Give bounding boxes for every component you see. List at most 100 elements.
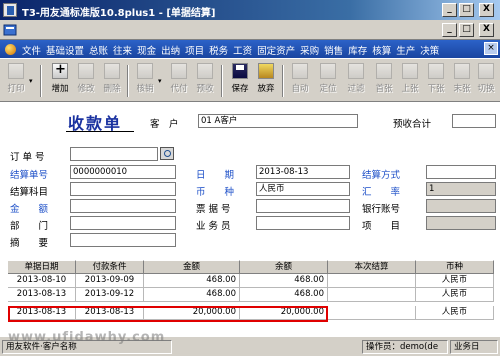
auto-button[interactable]: 自动 xyxy=(288,63,312,101)
clerk-label: 业 务 员 xyxy=(196,221,231,232)
doc-restore-button[interactable]: □ xyxy=(459,23,474,37)
clerk-field[interactable] xyxy=(256,216,350,230)
next-record-icon xyxy=(428,63,444,79)
minimize-button[interactable]: _ xyxy=(442,3,457,17)
cell-balance[interactable]: 468.00 xyxy=(240,274,328,288)
filter-button[interactable]: 过滤 xyxy=(344,63,368,101)
cell-current-settle[interactable] xyxy=(328,288,416,302)
menu-accounting[interactable]: 核算 xyxy=(372,43,391,57)
bill-no-label: 票 据 号 xyxy=(196,204,231,215)
abandon-button[interactable]: 放弃 xyxy=(254,63,278,101)
menu-basic-settings[interactable]: 基础设置 xyxy=(46,43,84,57)
save-button[interactable]: 保存 xyxy=(228,63,252,101)
restore-button[interactable]: □ xyxy=(459,3,474,17)
menu-payroll[interactable]: 工资 xyxy=(233,43,252,57)
column-header-currency[interactable]: 币种 xyxy=(416,260,494,274)
previous-record-button[interactable]: 上张 xyxy=(398,63,422,101)
menu-decision[interactable]: 决策 xyxy=(420,43,439,57)
cell-payment-term[interactable]: 2013-09-12 xyxy=(76,288,144,302)
prepay-button[interactable]: 预收 xyxy=(193,63,217,101)
menu-receivables[interactable]: 往来 xyxy=(113,43,132,57)
amount-field[interactable] xyxy=(70,199,176,213)
settle-no-label: 结算单号 xyxy=(10,170,49,181)
edit-icon xyxy=(78,63,94,79)
date-field[interactable]: 2013-08-13 xyxy=(256,165,350,179)
writeoff-dropdown-chevron-icon[interactable]: ▾ xyxy=(158,77,162,85)
department-field[interactable] xyxy=(70,216,176,230)
cell-current-settle[interactable] xyxy=(328,274,416,288)
menubar-close-button[interactable]: × xyxy=(484,42,498,55)
currency-label: 币 种 xyxy=(196,187,235,198)
print-button[interactable]: 打印 xyxy=(4,63,28,101)
window-title: T3-用友通标准版10.8plus1 - [单据结算] xyxy=(22,8,216,19)
customer-field[interactable]: 01 A客户 xyxy=(198,114,358,128)
title-bar: T3-用友通标准版10.8plus1 - [单据结算] _ □ X xyxy=(0,0,500,20)
locate-button[interactable]: 定位 xyxy=(316,63,340,101)
cell-amount[interactable]: 468.00 xyxy=(144,288,240,302)
column-header-doc-date[interactable]: 单据日期 xyxy=(8,260,76,274)
operator-label: 操作员： xyxy=(366,342,401,352)
menu-cash[interactable]: 现金 xyxy=(137,43,156,57)
settle-subject-field[interactable] xyxy=(70,182,176,196)
title-underline xyxy=(66,131,134,132)
add-button[interactable]: 增加 xyxy=(48,62,72,101)
menu-purchase[interactable]: 采购 xyxy=(300,43,319,57)
bill-no-field[interactable] xyxy=(256,199,350,213)
proxy-pay-button[interactable]: 代付 xyxy=(167,63,191,101)
settle-method-field[interactable] xyxy=(426,165,496,179)
search-icon[interactable] xyxy=(160,147,174,160)
next-record-button[interactable]: 下张 xyxy=(424,63,448,101)
cell-doc-date[interactable]: 2013-08-10 xyxy=(8,274,76,288)
cell-amount[interactable]: 468.00 xyxy=(144,274,240,288)
menu-file[interactable]: 文件 xyxy=(22,43,41,57)
print-dropdown-chevron-icon[interactable]: ▾ xyxy=(29,77,33,85)
cell-currency[interactable]: 人民币 xyxy=(416,274,494,288)
printer-icon xyxy=(8,63,24,79)
status-business-date: 业务日 xyxy=(450,340,498,354)
settle-no-field[interactable]: 0000000010 xyxy=(70,165,176,179)
cell-payment-term[interactable]: 2013-09-09 xyxy=(76,274,144,288)
cell-balance[interactable]: 468.00 xyxy=(240,288,328,302)
menu-production[interactable]: 生产 xyxy=(396,43,415,57)
bank-account-label: 银行账号 xyxy=(362,204,401,215)
edit-button[interactable]: 修改 xyxy=(74,63,98,101)
cell-currency[interactable]: 人民币 xyxy=(416,306,494,320)
menu-inventory[interactable]: 库存 xyxy=(348,43,367,57)
highlight-annotation-box xyxy=(8,306,328,322)
menu-fixed-assets[interactable]: 固定资产 xyxy=(257,43,295,57)
column-header-current-settle[interactable]: 本次结算 xyxy=(328,260,416,274)
doc-close-button[interactable]: X xyxy=(479,23,494,37)
cell-currency[interactable]: 人民币 xyxy=(416,288,494,302)
filter-icon xyxy=(348,63,364,79)
prepay-total-field xyxy=(452,114,496,128)
menu-cashier[interactable]: 出纳 xyxy=(161,43,180,57)
first-record-button[interactable]: 首张 xyxy=(372,63,396,101)
department-label: 部 门 xyxy=(10,221,49,232)
writeoff-button[interactable]: 核销 xyxy=(133,63,157,101)
amount-label: 金 额 xyxy=(10,204,49,215)
menu-general-ledger[interactable]: 总账 xyxy=(89,43,108,57)
order-no-field[interactable] xyxy=(70,147,158,161)
menu-items: 文件 基础设置 总账 往来 现金 出纳 项目 税务 工资 固定资产 采购 销售 … xyxy=(22,43,444,57)
project-field xyxy=(426,216,496,230)
menu-sales[interactable]: 销售 xyxy=(324,43,343,57)
doc-minimize-button[interactable]: _ xyxy=(442,23,457,37)
summary-field[interactable] xyxy=(70,233,176,247)
toolbar-separator xyxy=(127,65,129,97)
column-header-payment-term[interactable]: 付款条件 xyxy=(76,260,144,274)
exchange-rate-field: 1 xyxy=(426,182,496,196)
menu-tax[interactable]: 税务 xyxy=(209,43,228,57)
exchange-rate-label: 汇 率 xyxy=(362,187,401,198)
cell-current-settle[interactable] xyxy=(328,306,416,320)
close-button[interactable]: X xyxy=(479,3,494,17)
toolbar-separator xyxy=(40,65,42,97)
column-header-balance[interactable]: 余额 xyxy=(240,260,328,274)
writeoff-icon xyxy=(137,63,153,79)
currency-field[interactable]: 人民币 xyxy=(256,182,350,196)
menu-project[interactable]: 项目 xyxy=(185,43,204,57)
column-header-amount[interactable]: 金额 xyxy=(144,260,240,274)
cell-doc-date[interactable]: 2013-08-13 xyxy=(8,288,76,302)
delete-button[interactable]: 删除 xyxy=(100,63,124,101)
auto-icon xyxy=(292,63,308,79)
switch-button[interactable]: 切换 xyxy=(474,63,498,101)
